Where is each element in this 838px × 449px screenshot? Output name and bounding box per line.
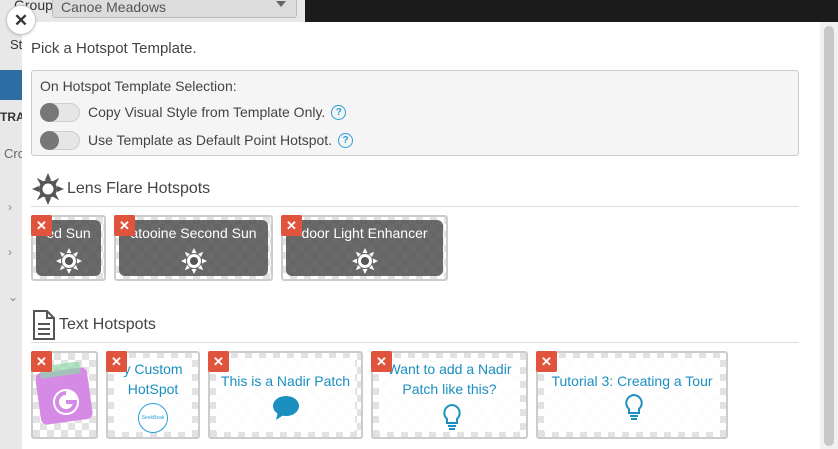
delete-template-button[interactable]: ✕ xyxy=(208,351,229,372)
text-section-title: Text Hotspots xyxy=(59,316,156,333)
template-card-my-custom-hotspot[interactable]: y Custom HotSpot SeekBeak ✕ xyxy=(106,351,200,439)
template-card-tutorial-3[interactable]: Tutorial 3: Creating a Tour ✕ xyxy=(536,351,728,439)
template-card-nadir-patch[interactable]: This is a Nadir Patch ✕ xyxy=(208,351,363,439)
close-icon: ✕ xyxy=(36,354,47,369)
toggle-knob xyxy=(40,102,59,122)
delete-template-button[interactable]: ✕ xyxy=(106,351,127,372)
chevron-right-icon[interactable]: › xyxy=(8,200,12,214)
card-title: atooine Second Sun xyxy=(130,225,257,241)
chevron-right-icon[interactable]: › xyxy=(8,245,12,259)
document-icon xyxy=(33,310,55,340)
group-select[interactable]: Canoe Meadows xyxy=(52,0,297,18)
delete-template-button[interactable]: ✕ xyxy=(31,351,52,372)
close-icon: ✕ xyxy=(286,218,297,233)
help-icon[interactable]: ? xyxy=(331,104,347,120)
background-blue-bar xyxy=(0,70,22,100)
template-card-red-sun[interactable]: ed Sun ✕ xyxy=(31,215,106,281)
modal-title: Pick a Hotspot Template. xyxy=(31,40,197,57)
lens-flare-section-header: Lens Flare Hotspots xyxy=(31,172,799,207)
lens-flare-section-title: Lens Flare Hotspots xyxy=(67,180,211,197)
group-select-value: Canoe Meadows xyxy=(61,0,167,15)
delete-template-button[interactable]: ✕ xyxy=(31,215,52,236)
sun-icon xyxy=(55,248,82,274)
delete-template-button[interactable]: ✕ xyxy=(114,215,135,236)
sun-icon xyxy=(180,248,207,274)
background-tra-label: TRA xyxy=(0,110,25,124)
close-icon: ✕ xyxy=(213,354,224,369)
card-title: door Light Enhancer xyxy=(301,225,428,241)
template-card-google[interactable]: ✕ xyxy=(31,351,98,439)
delete-template-button[interactable]: ✕ xyxy=(281,215,302,236)
close-button[interactable]: ✕ xyxy=(7,6,35,34)
close-icon: ✕ xyxy=(111,354,122,369)
card-title: Tutorial 3: Creating a Tour xyxy=(551,373,713,389)
delete-template-button[interactable]: ✕ xyxy=(371,351,392,372)
sun-icon xyxy=(32,173,64,205)
speech-bubble-icon xyxy=(273,396,299,420)
hotspot-template-modal: Pick a Hotspot Template. On Hotspot Temp… xyxy=(22,22,838,449)
template-card-indoor-light-enhancer[interactable]: door Light Enhancer ✕ xyxy=(281,215,448,281)
options-heading: On Hotspot Template Selection: xyxy=(40,78,237,94)
option-use-template-default: Use Template as Default Point Hotspot. ? xyxy=(40,129,354,151)
toggle-knob xyxy=(40,130,59,150)
close-icon: ✕ xyxy=(119,218,130,233)
lightbulb-icon xyxy=(625,393,643,420)
sun-icon xyxy=(351,248,378,274)
option-copy-visual-style: Copy Visual Style from Template Only. ? xyxy=(40,101,347,123)
copy-visual-style-label: Copy Visual Style from Template Only. xyxy=(88,104,326,120)
card-title: This is a Nadir Patch xyxy=(220,373,351,389)
background-st-label: St xyxy=(10,37,23,52)
chevron-down-icon xyxy=(276,1,286,7)
chevron-down-icon[interactable]: ⌄ xyxy=(8,290,18,304)
text-section-header: Text Hotspots xyxy=(31,308,799,343)
use-template-default-toggle[interactable] xyxy=(40,130,80,150)
close-icon: ✕ xyxy=(36,218,47,233)
close-icon: ✕ xyxy=(541,354,552,369)
modal-scrollbar[interactable] xyxy=(820,22,838,449)
close-icon: ✕ xyxy=(376,354,387,369)
scrollbar-thumb[interactable] xyxy=(824,26,834,446)
use-template-default-label: Use Template as Default Point Hotspot. xyxy=(88,132,333,148)
template-card-want-nadir-patch[interactable]: Want to add a Nadir Patch like this? ✕ xyxy=(371,351,528,439)
template-selection-options: On Hotspot Template Selection: Copy Visu… xyxy=(31,70,799,156)
help-icon[interactable]: ? xyxy=(338,132,354,148)
card-title: Want to add a Nadir Patch like this? xyxy=(387,361,512,397)
close-icon: ✕ xyxy=(13,10,29,30)
copy-visual-style-toggle[interactable] xyxy=(40,102,80,122)
seekbeak-badge: SeekBeak xyxy=(138,403,168,433)
delete-template-button[interactable]: ✕ xyxy=(536,351,557,372)
lightbulb-icon xyxy=(443,403,461,430)
template-card-tatooine-second-sun[interactable]: atooine Second Sun ✕ xyxy=(114,215,273,281)
